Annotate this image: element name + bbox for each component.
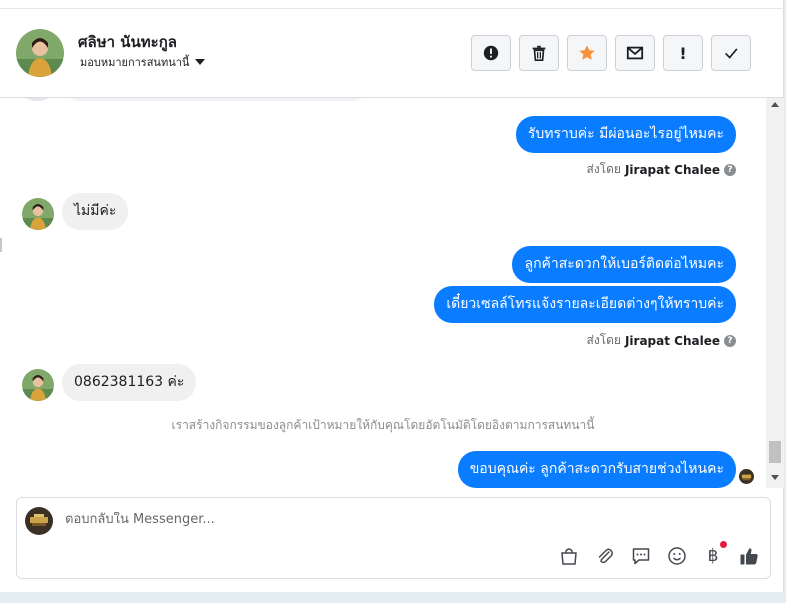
scroll-down-arrow-icon[interactable] <box>771 475 779 480</box>
message-list[interactable]: รับทราบค่ะ มีผ่อนอะไรอยู่ไหมคะ ส่งโดย Ji… <box>0 98 766 488</box>
envelope-icon <box>626 46 644 60</box>
outgoing-message[interactable]: รับทราบค่ะ มีผ่อนอะไรอยู่ไหมคะ <box>515 116 736 153</box>
sent-by-prefix: ส่งโดย <box>586 333 621 347</box>
page-avatar <box>25 507 53 535</box>
assign-label: มอบหมายการสนทนานี้ <box>80 56 190 69</box>
incoming-message[interactable]: 0862381163 ค่ะ <box>62 364 197 401</box>
clipped-avatar <box>24 98 50 101</box>
contact-name[interactable]: ศลิษา นันทะกูล <box>78 30 177 54</box>
mark-done-button[interactable] <box>711 35 751 71</box>
checkmark-icon <box>725 48 738 59</box>
star-button[interactable] <box>567 35 607 71</box>
help-icon[interactable]: ? <box>724 163 736 176</box>
conversation-scrollbar[interactable] <box>766 98 784 488</box>
outgoing-message[interactable]: ขอบคุณค่ะ ลูกค้าสะดวกรับสายช่วงไหนคะ <box>457 451 736 488</box>
contact-avatar-small <box>22 369 54 401</box>
system-note: เราสร้างกิจกรรมของลูกค้าเป้าหมายให้กับคุ… <box>171 418 595 432</box>
scrollbar-thumb[interactable] <box>769 441 781 463</box>
follow-up-button[interactable]: ! <box>663 35 703 71</box>
help-icon[interactable]: ? <box>724 334 736 347</box>
scroll-up-arrow-icon[interactable] <box>771 102 779 107</box>
sent-by-prefix: ส่งโดย <box>586 162 621 176</box>
clipped-message-bubble <box>70 98 362 101</box>
payment-button[interactable]: ฿ <box>701 541 727 568</box>
thumbs-up-icon <box>740 548 758 565</box>
outgoing-message[interactable]: เดี๋ยวเซลล์โทรแจ้งรายละเอียดต่างๆให้ทราบ… <box>434 286 736 323</box>
attach-file-button[interactable] <box>593 544 617 568</box>
conversation-header: ศลิษา นันทะกูล มอบหมายการสนทนานี้ ! <box>0 9 784 98</box>
exclamation-icon: ! <box>679 43 687 63</box>
like-button[interactable] <box>737 544 761 568</box>
emoji-button[interactable] <box>665 544 689 568</box>
reply-composer: ฿ <box>16 497 771 579</box>
seen-indicator-avatar <box>739 469 754 484</box>
contact-avatar-small <box>22 198 54 230</box>
sent-by-label: ส่งโดย Jirapat Chalee ? <box>586 331 736 350</box>
delete-button[interactable] <box>519 35 559 71</box>
shopping-bag-button[interactable] <box>557 544 581 568</box>
incoming-message[interactable]: ไม่มีค่ะ <box>62 193 129 230</box>
spam-button[interactable] <box>471 35 511 71</box>
composer-toolbar: ฿ <box>557 541 761 568</box>
saved-reply-button[interactable] <box>629 544 653 568</box>
sender-name: Jirapat Chalee <box>624 162 720 177</box>
contact-avatar[interactable] <box>16 29 64 77</box>
sender-name: Jirapat Chalee <box>624 333 720 348</box>
outgoing-message[interactable]: ลูกค้าสะดวกให้เบอร์ติดต่อไหมคะ <box>512 246 736 283</box>
baht-payment-icon: ฿ <box>707 546 719 566</box>
caret-down-icon <box>195 59 206 65</box>
sent-by-label: ส่งโดย Jirapat Chalee ? <box>586 160 736 179</box>
alert-circle-icon <box>483 45 499 61</box>
mark-unread-button[interactable] <box>615 35 655 71</box>
paperclip-icon <box>598 548 613 564</box>
notification-dot <box>720 541 727 548</box>
assign-conversation-dropdown[interactable]: มอบหมายการสนทนานี้ <box>80 53 206 71</box>
panel-edge-handle <box>0 238 2 252</box>
star-icon <box>579 45 595 60</box>
trash-icon <box>532 45 546 62</box>
saved-reply-icon <box>632 548 650 565</box>
header-actions: ! <box>471 35 751 71</box>
conversation-panel: ศลิษา นันทะกูล มอบหมายการสนทนานี้ ! รับท… <box>0 0 784 592</box>
reply-input[interactable] <box>65 512 755 527</box>
shopping-bag-icon <box>561 548 577 565</box>
emoji-icon <box>668 547 686 565</box>
